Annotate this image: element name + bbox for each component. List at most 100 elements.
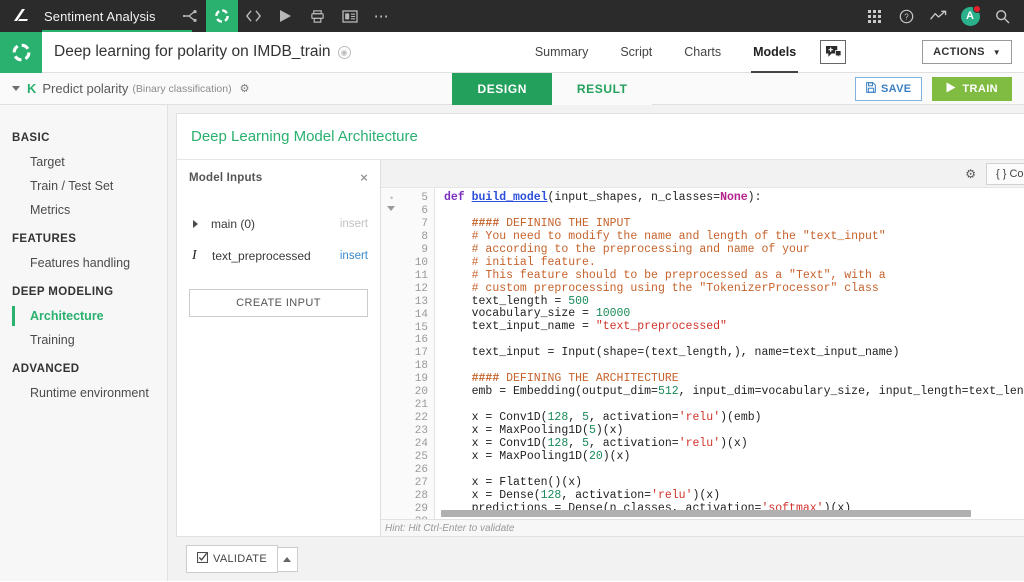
- notification-badge-dot: [973, 5, 981, 13]
- code-line: text_input = Input(shape=(text_length,),…: [444, 346, 900, 360]
- user-avatar[interactable]: A: [954, 0, 986, 32]
- model-inputs-header: Model Inputs ×: [189, 170, 368, 185]
- sidebar-item-training[interactable]: Training: [0, 328, 167, 352]
- train-button[interactable]: TRAIN: [932, 76, 1012, 101]
- fold-caret-icon[interactable]: [387, 206, 395, 211]
- line-number: 9: [421, 243, 428, 256]
- code-line: text_input_name = "text_preprocessed": [444, 320, 727, 334]
- gear-icon[interactable]: ⚙: [965, 167, 976, 181]
- line-number: 18: [414, 360, 428, 373]
- sidebar-section-advanced: ADVANCED: [12, 363, 80, 375]
- line-number: 6: [421, 204, 428, 217]
- horizontal-scrollbar[interactable]: [441, 510, 971, 517]
- project-tabs: Summary Script Charts Models ACTIONS ▼: [519, 32, 1024, 73]
- validate-options-button[interactable]: [277, 546, 298, 572]
- recipe-title: Predict polarity: [42, 81, 129, 96]
- sidebar-section-deep-modeling: DEEP MODELING: [12, 286, 114, 298]
- comment-add-icon[interactable]: [820, 40, 847, 64]
- checkbox-icon: [197, 552, 208, 566]
- train-label: TRAIN: [962, 82, 998, 95]
- apps-grid-icon[interactable]: [858, 0, 890, 32]
- tag-icon[interactable]: ◉: [337, 45, 351, 59]
- actions-button[interactable]: ACTIONS ▼: [922, 40, 1012, 64]
- topbar-right-group: ? A: [858, 0, 1024, 32]
- insert-link-disabled: insert: [339, 218, 368, 230]
- gear-icon[interactable]: ⚙: [240, 82, 250, 95]
- chevron-down-icon: ▼: [992, 47, 1001, 57]
- line-number: 25: [414, 451, 428, 464]
- architecture-card: Deep Learning Model Architecture Model I…: [176, 113, 1024, 537]
- list-item[interactable]: I text_preprocessed insert: [189, 243, 368, 269]
- line-number: 17: [414, 347, 428, 360]
- line-number: 7: [421, 217, 428, 230]
- tab-charts[interactable]: Charts: [668, 32, 737, 73]
- monitoring-trend-icon[interactable]: [922, 0, 954, 32]
- line-number: 15: [414, 321, 428, 334]
- fold-tick-icon: •: [390, 193, 394, 203]
- flow-icon[interactable]: [174, 0, 206, 32]
- caret-up-icon: [283, 556, 292, 562]
- line-number: 26: [414, 464, 428, 477]
- sidebar-section-features: FEATURES: [12, 233, 77, 245]
- line-number: 29: [414, 502, 428, 515]
- validate-label: VALIDATE: [213, 553, 267, 565]
- tab-script[interactable]: Script: [604, 32, 668, 73]
- help-icon[interactable]: ?: [890, 0, 922, 32]
- recipe-icon[interactable]: [205, 0, 238, 32]
- line-number: 13: [414, 295, 428, 308]
- sidebar-item-architecture[interactable]: Architecture: [0, 304, 167, 328]
- line-number: 14: [414, 308, 428, 321]
- line-number: 28: [414, 489, 428, 502]
- code-text-area[interactable]: def build_model(input_shapes, n_classes=…: [435, 188, 1024, 519]
- more-icon[interactable]: ⋯: [366, 0, 398, 32]
- create-input-button[interactable]: CREATE INPUT: [189, 289, 368, 317]
- sidebar-item-features-handling[interactable]: Features handling: [0, 251, 167, 275]
- jobs-printer-icon[interactable]: [302, 0, 334, 32]
- tab-models[interactable]: Models: [737, 32, 812, 73]
- actions-label: ACTIONS: [933, 46, 985, 58]
- caret-down-icon[interactable]: [12, 86, 20, 91]
- validate-button[interactable]: VALIDATE: [186, 545, 278, 573]
- line-number: 8: [421, 230, 428, 243]
- line-number: 16: [414, 334, 428, 347]
- code-line-numbers: 5 6 7 8 9 10 11 12 13 14 15 16 17 18 19 20 21 22 23 24 25 26 2…: [403, 188, 435, 519]
- dashboard-card-icon[interactable]: [334, 0, 366, 32]
- sidebar-item-runtime-environment[interactable]: Runtime environment: [0, 381, 167, 405]
- code-body: • 5 6 7 8 9 10 11 12 13 14 15 16 17 18 19 20 21 22 23 24 25 2…: [381, 188, 1024, 519]
- recipe-subtitle: (Binary classification): [132, 82, 232, 95]
- close-icon[interactable]: ×: [360, 170, 368, 185]
- line-number: 12: [414, 282, 428, 295]
- code-samples-button[interactable]: { } Code Samples: [986, 162, 1024, 185]
- expand-arrow-icon[interactable]: [193, 220, 198, 228]
- project-logo-icon[interactable]: [0, 31, 42, 73]
- code-icon[interactable]: [238, 0, 270, 32]
- list-item[interactable]: main (0) insert: [189, 211, 368, 237]
- tab-result[interactable]: RESULT: [552, 72, 653, 105]
- sidebar-item-train-test-set[interactable]: Train / Test Set: [0, 174, 167, 198]
- sidebar-item-metrics[interactable]: Metrics: [0, 198, 167, 222]
- model-inputs-title: Model Inputs: [189, 171, 263, 184]
- line-number: 23: [414, 425, 428, 438]
- tab-design[interactable]: DESIGN: [452, 72, 553, 105]
- code-fold-column: •: [381, 188, 403, 519]
- active-tab-underline: [42, 30, 192, 32]
- code-line: x = MaxPooling1D(20)(x): [444, 449, 631, 463]
- insert-link[interactable]: insert: [340, 250, 368, 262]
- editor-footer: VALIDATE: [168, 537, 1024, 581]
- code-toolbar: ⚙ { } Code Samples: [381, 160, 1024, 188]
- sidebar-item-target[interactable]: Target: [0, 150, 167, 174]
- tab-summary[interactable]: Summary: [519, 32, 604, 73]
- search-icon[interactable]: [986, 0, 1018, 32]
- section-title: Deep Learning Model Architecture: [177, 114, 1024, 160]
- code-line: emb = Embedding(output_dim=512, input_di…: [444, 385, 1024, 399]
- save-label: SAVE: [881, 82, 912, 95]
- run-icon[interactable]: [270, 0, 302, 32]
- svg-text:?: ?: [904, 12, 909, 21]
- settings-sidebar: BASIC Target Train / Test Set Metrics FE…: [0, 105, 168, 581]
- dataiku-logo-icon[interactable]: [0, 0, 42, 32]
- editor-hint: Hint: Hit Ctrl-Enter to validate: [381, 519, 1024, 536]
- project-breadcrumb-title[interactable]: Sentiment Analysis: [42, 9, 174, 24]
- line-number: 30: [403, 516, 428, 519]
- main-content: Deep Learning Model Architecture Model I…: [168, 105, 1024, 581]
- save-button[interactable]: SAVE: [855, 76, 923, 101]
